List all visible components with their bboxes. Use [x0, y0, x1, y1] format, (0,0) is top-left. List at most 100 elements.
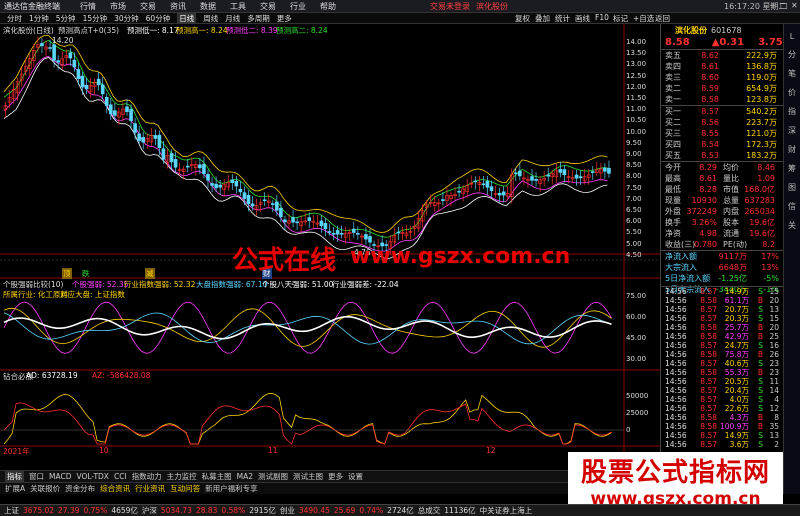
- right-tab[interactable]: 信: [788, 201, 796, 212]
- menu-item-market[interactable]: 市场: [110, 1, 126, 12]
- period-intraday[interactable]: 分时: [7, 13, 22, 24]
- price-axis-tick: 9.00: [626, 150, 642, 158]
- period-multi[interactable]: 多周期: [247, 13, 270, 24]
- period-more[interactable]: 更多: [277, 13, 292, 24]
- period-30min[interactable]: 30分钟: [114, 13, 139, 24]
- right-tab[interactable]: 财: [788, 144, 796, 155]
- indicator-tab[interactable]: VOL-TDX: [76, 472, 108, 481]
- indicator-tab[interactable]: 指标: [5, 471, 24, 482]
- right-tab[interactable]: 笔: [788, 68, 796, 79]
- candle-body: [230, 179, 235, 184]
- menu-item-trade2[interactable]: 交易: [260, 1, 276, 12]
- period-5min[interactable]: 5分钟: [56, 13, 76, 24]
- back-button[interactable]: 返回: [655, 13, 670, 24]
- menu-item-industry[interactable]: 行业: [290, 1, 306, 12]
- info-tab[interactable]: 资金分布: [65, 483, 95, 494]
- stats-button[interactable]: 统计: [555, 13, 570, 24]
- indicator-tabs: 指标 窗口 MACD VOL-TDX CCI 指数动力 主力监控 私募主图 MA2 测试副图 测试主…: [0, 470, 568, 482]
- ask-row: 卖二 8.59 654.9万: [661, 83, 783, 94]
- price-axis-tick: 8.50: [626, 161, 642, 170]
- stat-value: 637283: [744, 196, 775, 205]
- candle-body: [546, 174, 551, 177]
- flow-label: 5日净流入额: [665, 274, 711, 283]
- info-tab[interactable]: 互动问答: [170, 483, 200, 494]
- stat-label: 净资: [665, 229, 681, 238]
- tick-list[interactable]: 14:56 8.57 14.9万 S 15 14:56 8.58 61.1万 B 20 14:56 8…: [660, 286, 783, 470]
- candle-body: [368, 236, 372, 243]
- info-tab[interactable]: 新用户福利专享: [205, 483, 258, 494]
- menu-item-help[interactable]: 帮助: [320, 1, 336, 12]
- minimize-icon[interactable]: ─: [770, 1, 775, 10]
- indicator-tab[interactable]: MACD: [49, 472, 71, 481]
- tick-count: 23: [769, 359, 779, 368]
- add-watchlist-button[interactable]: +自选: [633, 13, 654, 24]
- tick-row[interactable]: 14:56 8.57 3.6万 S 2: [661, 440, 783, 449]
- adjust-button[interactable]: 复权: [515, 13, 530, 24]
- ask-row: 卖四 8.61 136.8万: [661, 61, 783, 72]
- mark-button[interactable]: 标记: [613, 13, 628, 24]
- flow-amount: -1.25亿: [718, 274, 747, 283]
- ask-row: 卖五 8.62 222.9万: [661, 50, 783, 61]
- bid-label: 买三: [665, 129, 681, 138]
- draw-button[interactable]: 画线: [575, 13, 590, 24]
- info-tab[interactable]: 综合资讯: [100, 483, 130, 494]
- period-weekly[interactable]: 周线: [203, 13, 218, 24]
- period-1min[interactable]: 1分钟: [29, 13, 49, 24]
- candle-body: [198, 164, 202, 169]
- indicator-tab[interactable]: 测试副图: [258, 471, 288, 482]
- menu-item-quotes[interactable]: 行情: [80, 1, 96, 12]
- menu-item-tools[interactable]: 工具: [230, 1, 246, 12]
- menu-item-trade[interactable]: 交易: [140, 1, 156, 12]
- sub2-axis-50000: 50000: [626, 392, 649, 400]
- maximize-icon[interactable]: □: [780, 1, 788, 10]
- status-item: 5034.73: [160, 506, 192, 515]
- right-tab[interactable]: 分: [788, 49, 796, 60]
- period-15min[interactable]: 15分钟: [83, 13, 108, 24]
- indicator-tab[interactable]: 指数动力: [132, 471, 162, 482]
- bid-volume: 183.2万: [746, 151, 777, 160]
- right-tab[interactable]: 价: [788, 87, 796, 98]
- period-monthly[interactable]: 月线: [225, 13, 240, 24]
- indicator-tab[interactable]: 主力监控: [167, 471, 197, 482]
- candle-body: [173, 159, 178, 168]
- indicator-tab[interactable]: 更多: [328, 471, 343, 482]
- indicator-tab[interactable]: MA2: [237, 472, 253, 481]
- candle-body: [125, 106, 129, 112]
- stat-value: 8.61: [699, 174, 717, 183]
- tick-count: 15: [769, 287, 779, 296]
- right-tab[interactable]: 关: [788, 220, 796, 231]
- sub1-market-info: 对应大盘: 上证指数: [60, 290, 125, 299]
- right-tab[interactable]: 深: [788, 125, 796, 136]
- tick-count: 35: [769, 422, 779, 431]
- stat-row: 今开 8.29 均价 8.46: [661, 162, 783, 173]
- overlay-button[interactable]: 叠加: [535, 13, 550, 24]
- right-tab[interactable]: L: [790, 32, 794, 41]
- right-tab[interactable]: 指: [788, 106, 796, 117]
- info-tab[interactable]: 扩展A: [5, 483, 25, 494]
- candle-body: [238, 188, 243, 193]
- period-daily[interactable]: 日线: [177, 12, 197, 24]
- right-tab[interactable]: 筹: [788, 163, 796, 174]
- close-icon[interactable]: ✕: [791, 1, 798, 10]
- tick-time: 14:56: [665, 359, 687, 368]
- info-tab[interactable]: 关联报价: [30, 483, 60, 494]
- info-tab[interactable]: 行业资讯: [135, 483, 165, 494]
- menu-item-news[interactable]: 资讯: [170, 1, 186, 12]
- tick-time: 14:56: [665, 314, 687, 323]
- indicator-tab[interactable]: 窗口: [29, 471, 44, 482]
- menu-item-data[interactable]: 数据: [200, 1, 216, 12]
- indicator-tab[interactable]: CCI: [114, 472, 127, 481]
- candle-body: [607, 167, 611, 174]
- right-tab[interactable]: 图: [788, 182, 796, 193]
- ask-book: 卖五 8.62 222.9万 卖四 8.61 136.8万 卖三 8.60 119.0万 卖二 8.…: [661, 50, 783, 105]
- status-item: 3490.45: [298, 506, 330, 515]
- bid-volume: 223.7万: [746, 118, 777, 127]
- indicator-tab[interactable]: 设置: [348, 471, 363, 482]
- indicator-tab[interactable]: 私募主图: [202, 471, 232, 482]
- trade-login-alert[interactable]: 交易未登录: [430, 1, 470, 12]
- period-60min[interactable]: 60分钟: [146, 13, 171, 24]
- f10-button[interactable]: F10: [595, 13, 609, 22]
- candle-body: [113, 110, 117, 116]
- tick-time: 14:56: [665, 323, 687, 332]
- indicator-tab[interactable]: 测试主图: [293, 471, 323, 482]
